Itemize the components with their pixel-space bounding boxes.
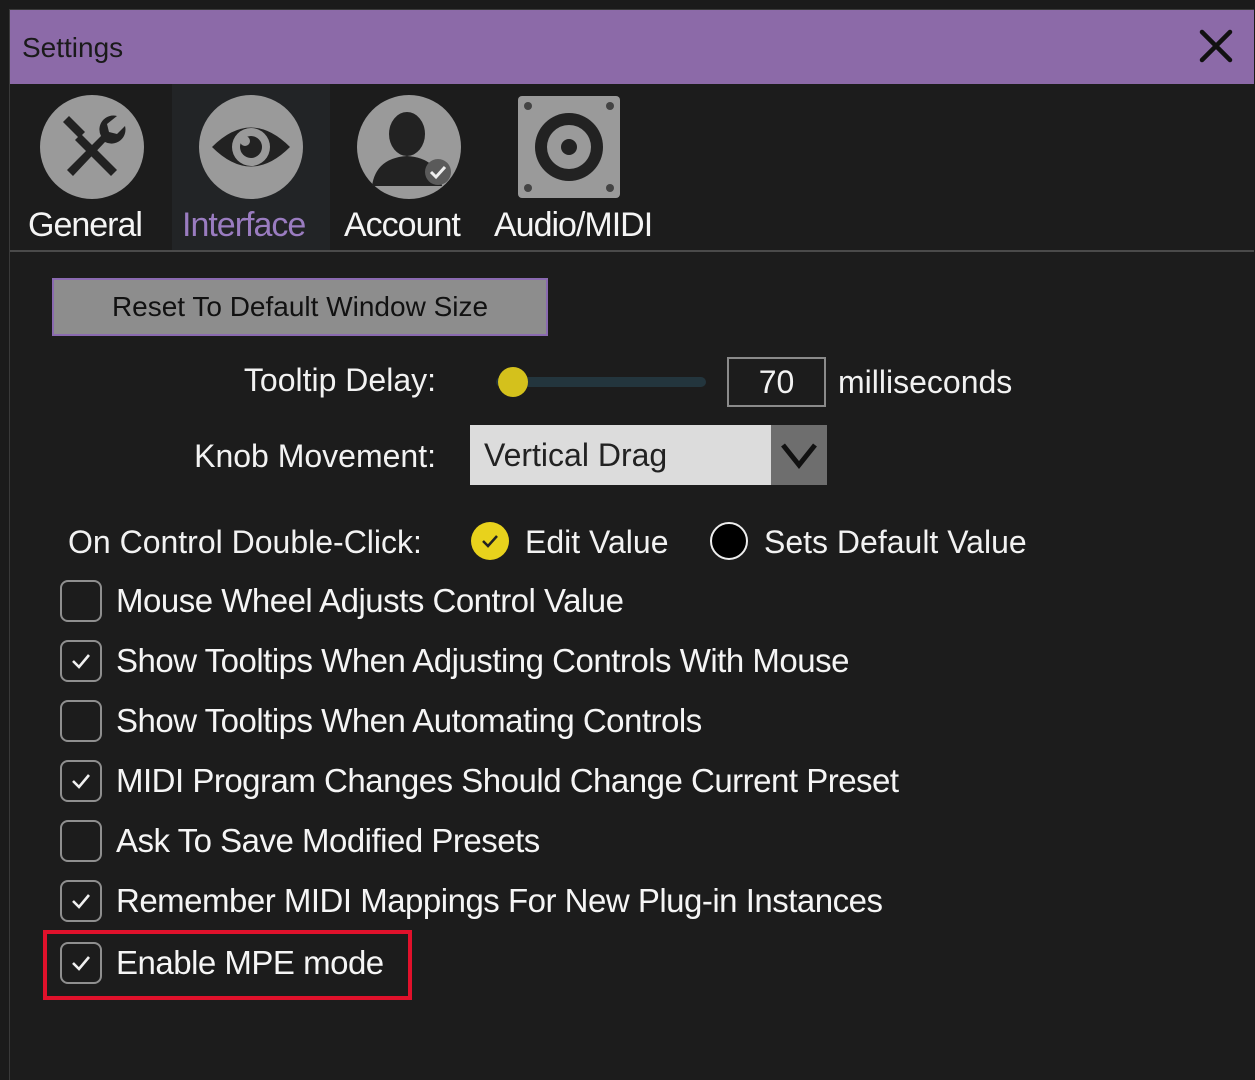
wrench-screwdriver-icon (40, 95, 144, 199)
checkbox-label: Show Tooltips When Automating Controls (116, 702, 702, 739)
title-bar: Settings (10, 10, 1254, 84)
dropdown-arrow[interactable] (771, 425, 827, 485)
eye-icon (199, 95, 303, 199)
radio-edit-value[interactable]: Edit Value (471, 520, 691, 562)
speaker-icon (518, 96, 620, 198)
tooltip-delay-input[interactable]: 70 (727, 357, 826, 407)
tab-interface[interactable]: Interface (172, 84, 330, 250)
checkbox-tooltips-automating[interactable]: Show Tooltips When Automating Controls (60, 700, 760, 744)
close-icon (1199, 29, 1233, 63)
settings-window: Settings General Interface Account Audio… (9, 9, 1254, 1080)
checkbox-box (60, 700, 102, 742)
tab-account[interactable]: Account (334, 84, 484, 250)
tab-bar: General Interface Account Audio/MIDI (10, 84, 1254, 251)
checkmark-icon (72, 956, 90, 971)
checkbox-box (60, 820, 102, 862)
window-title: Settings (22, 32, 124, 63)
tooltip-delay-label: Tooltip Delay: (243, 362, 436, 398)
double-click-label: On Control Double-Click: (68, 524, 422, 560)
slider-thumb[interactable] (497, 367, 528, 397)
checkbox-label: Show Tooltips When Adjusting Controls Wi… (116, 642, 849, 679)
checkbox-label: Remember MIDI Mappings For New Plug-in I… (116, 882, 883, 919)
radio-sets-default-value-label: Sets Default Value (764, 524, 1027, 560)
checkbox-box (60, 760, 102, 802)
tab-general[interactable]: General (26, 84, 168, 250)
tab-audio-midi-label: Audio/MIDI (494, 206, 653, 244)
user-icon (357, 95, 461, 199)
knob-movement-value: Vertical Drag (484, 437, 668, 473)
checkbox-label: Enable MPE mode (116, 944, 384, 981)
tab-interface-label: Interface (182, 206, 306, 244)
radio-selected-icon (471, 522, 509, 560)
checkbox-box (60, 942, 102, 984)
divider (10, 250, 1254, 252)
tooltip-delay-unit: milliseconds (838, 364, 1013, 400)
radio-edit-value-label: Edit Value (525, 524, 669, 560)
tab-general-label: General (28, 206, 143, 244)
checkmark-icon (72, 894, 90, 909)
checkbox-label: Ask To Save Modified Presets (116, 822, 540, 859)
radio-unselected-icon (710, 522, 748, 560)
radio-sets-default-value[interactable]: Sets Default Value (710, 520, 1050, 562)
checkbox-enable-mpe[interactable]: Enable MPE mode (60, 942, 410, 986)
close-button[interactable] (1194, 24, 1238, 68)
checkbox-box (60, 640, 102, 682)
checkbox-label: MIDI Program Changes Should Change Curre… (116, 762, 899, 799)
checkmark-icon (72, 654, 90, 669)
checkbox-label: Mouse Wheel Adjusts Control Value (116, 582, 624, 619)
chevron-down-icon (781, 443, 817, 470)
tab-account-label: Account (344, 206, 461, 244)
checkbox-tooltips-adjusting[interactable]: Show Tooltips When Adjusting Controls Wi… (60, 640, 900, 684)
checkbox-box (60, 880, 102, 922)
knob-movement-dropdown[interactable]: Vertical Drag (470, 425, 827, 485)
knob-movement-label: Knob Movement: (194, 438, 436, 474)
tab-audio-midi[interactable]: Audio/MIDI (488, 84, 653, 250)
checkmark-icon (72, 774, 90, 789)
reset-window-size-button[interactable]: Reset To Default Window Size (52, 278, 548, 336)
checkbox-mouse-wheel[interactable]: Mouse Wheel Adjusts Control Value (60, 580, 680, 624)
checkbox-midi-program-changes[interactable]: MIDI Program Changes Should Change Curre… (60, 760, 950, 804)
checkbox-box (60, 580, 102, 622)
checkbox-remember-midi-mappings[interactable]: Remember MIDI Mappings For New Plug-in I… (60, 880, 930, 924)
checkbox-ask-save-presets[interactable]: Ask To Save Modified Presets (60, 820, 580, 864)
tooltip-delay-slider[interactable] (496, 367, 706, 397)
